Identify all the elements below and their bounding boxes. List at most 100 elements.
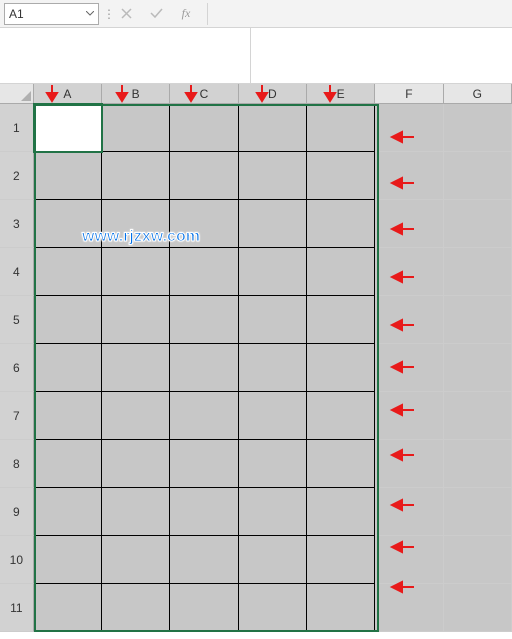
cancel-button[interactable] [113,3,139,25]
cell[interactable] [239,152,307,200]
cell-a1[interactable] [34,104,102,152]
cell[interactable] [170,344,238,392]
row-header-1[interactable]: 1 [0,104,34,152]
cell[interactable] [102,296,170,344]
cell[interactable] [170,296,238,344]
cell[interactable] [102,200,170,248]
cell[interactable] [307,296,375,344]
cell[interactable] [444,488,512,536]
cell[interactable] [444,440,512,488]
cell[interactable] [170,152,238,200]
cell[interactable] [444,584,512,632]
cell[interactable] [444,296,512,344]
row-header-7[interactable]: 7 [0,392,34,440]
column-header-d[interactable]: D [239,84,307,103]
cell[interactable] [307,440,375,488]
cell[interactable] [307,536,375,584]
name-box[interactable]: A1 [4,3,99,25]
row-header-9[interactable]: 9 [0,488,34,536]
cell[interactable] [102,248,170,296]
row-header-2[interactable]: 2 [0,152,34,200]
cell[interactable] [375,152,443,200]
column-header-f[interactable]: F [375,84,443,103]
cell[interactable] [307,200,375,248]
cell[interactable] [102,536,170,584]
cell[interactable] [444,104,512,152]
cell[interactable] [34,488,102,536]
cell[interactable] [34,248,102,296]
cell[interactable] [375,440,443,488]
column-header-e[interactable]: E [307,84,375,103]
cell[interactable] [170,440,238,488]
name-box-dropdown-icon[interactable] [84,8,96,20]
column-header-b[interactable]: B [102,84,170,103]
cell[interactable] [239,584,307,632]
cell[interactable] [239,488,307,536]
row-header-4[interactable]: 4 [0,248,34,296]
cell[interactable] [34,344,102,392]
row-header-5[interactable]: 5 [0,296,34,344]
cell[interactable] [34,536,102,584]
cell[interactable] [34,440,102,488]
cell[interactable] [170,104,238,152]
cell[interactable] [239,200,307,248]
cell[interactable] [34,392,102,440]
cell[interactable] [307,392,375,440]
select-all-corner[interactable] [0,84,34,103]
cell[interactable] [170,488,238,536]
cell[interactable] [102,584,170,632]
cell[interactable] [307,248,375,296]
cell[interactable] [102,152,170,200]
cell[interactable] [375,584,443,632]
cell[interactable] [239,392,307,440]
cell[interactable] [239,296,307,344]
cell[interactable] [239,248,307,296]
cell[interactable] [375,344,443,392]
cell[interactable] [102,488,170,536]
row-header-6[interactable]: 6 [0,344,34,392]
cell[interactable] [34,200,102,248]
column-header-g[interactable]: G [444,84,512,103]
enter-button[interactable] [143,3,169,25]
cell[interactable] [375,104,443,152]
cell[interactable] [239,536,307,584]
cell[interactable] [375,296,443,344]
cell[interactable] [375,488,443,536]
cell[interactable] [375,248,443,296]
cell[interactable] [170,536,238,584]
cell[interactable] [239,440,307,488]
cell[interactable] [307,104,375,152]
cell[interactable] [444,152,512,200]
cell[interactable] [170,584,238,632]
cell[interactable] [34,152,102,200]
formula-input[interactable] [207,3,508,25]
insert-function-button[interactable]: fx [173,3,199,25]
cell[interactable] [170,200,238,248]
cell[interactable] [307,488,375,536]
column-header-a[interactable]: A [34,84,102,103]
cell[interactable] [375,200,443,248]
cell[interactable] [444,248,512,296]
cell[interactable] [170,248,238,296]
cell[interactable] [102,392,170,440]
cell[interactable] [102,104,170,152]
cell[interactable] [239,104,307,152]
cell[interactable] [102,440,170,488]
row-header-3[interactable]: 3 [0,200,34,248]
cell[interactable] [444,200,512,248]
cell[interactable] [239,344,307,392]
cell[interactable] [307,584,375,632]
cell[interactable] [34,296,102,344]
cell[interactable] [102,344,170,392]
column-header-c[interactable]: C [170,84,238,103]
cell[interactable] [307,344,375,392]
cell[interactable] [444,536,512,584]
cell[interactable] [375,392,443,440]
row-header-10[interactable]: 10 [0,536,34,584]
cell[interactable] [375,536,443,584]
cell[interactable] [170,392,238,440]
row-header-8[interactable]: 8 [0,440,34,488]
cell[interactable] [444,392,512,440]
cell[interactable] [444,344,512,392]
row-header-11[interactable]: 11 [0,584,34,632]
